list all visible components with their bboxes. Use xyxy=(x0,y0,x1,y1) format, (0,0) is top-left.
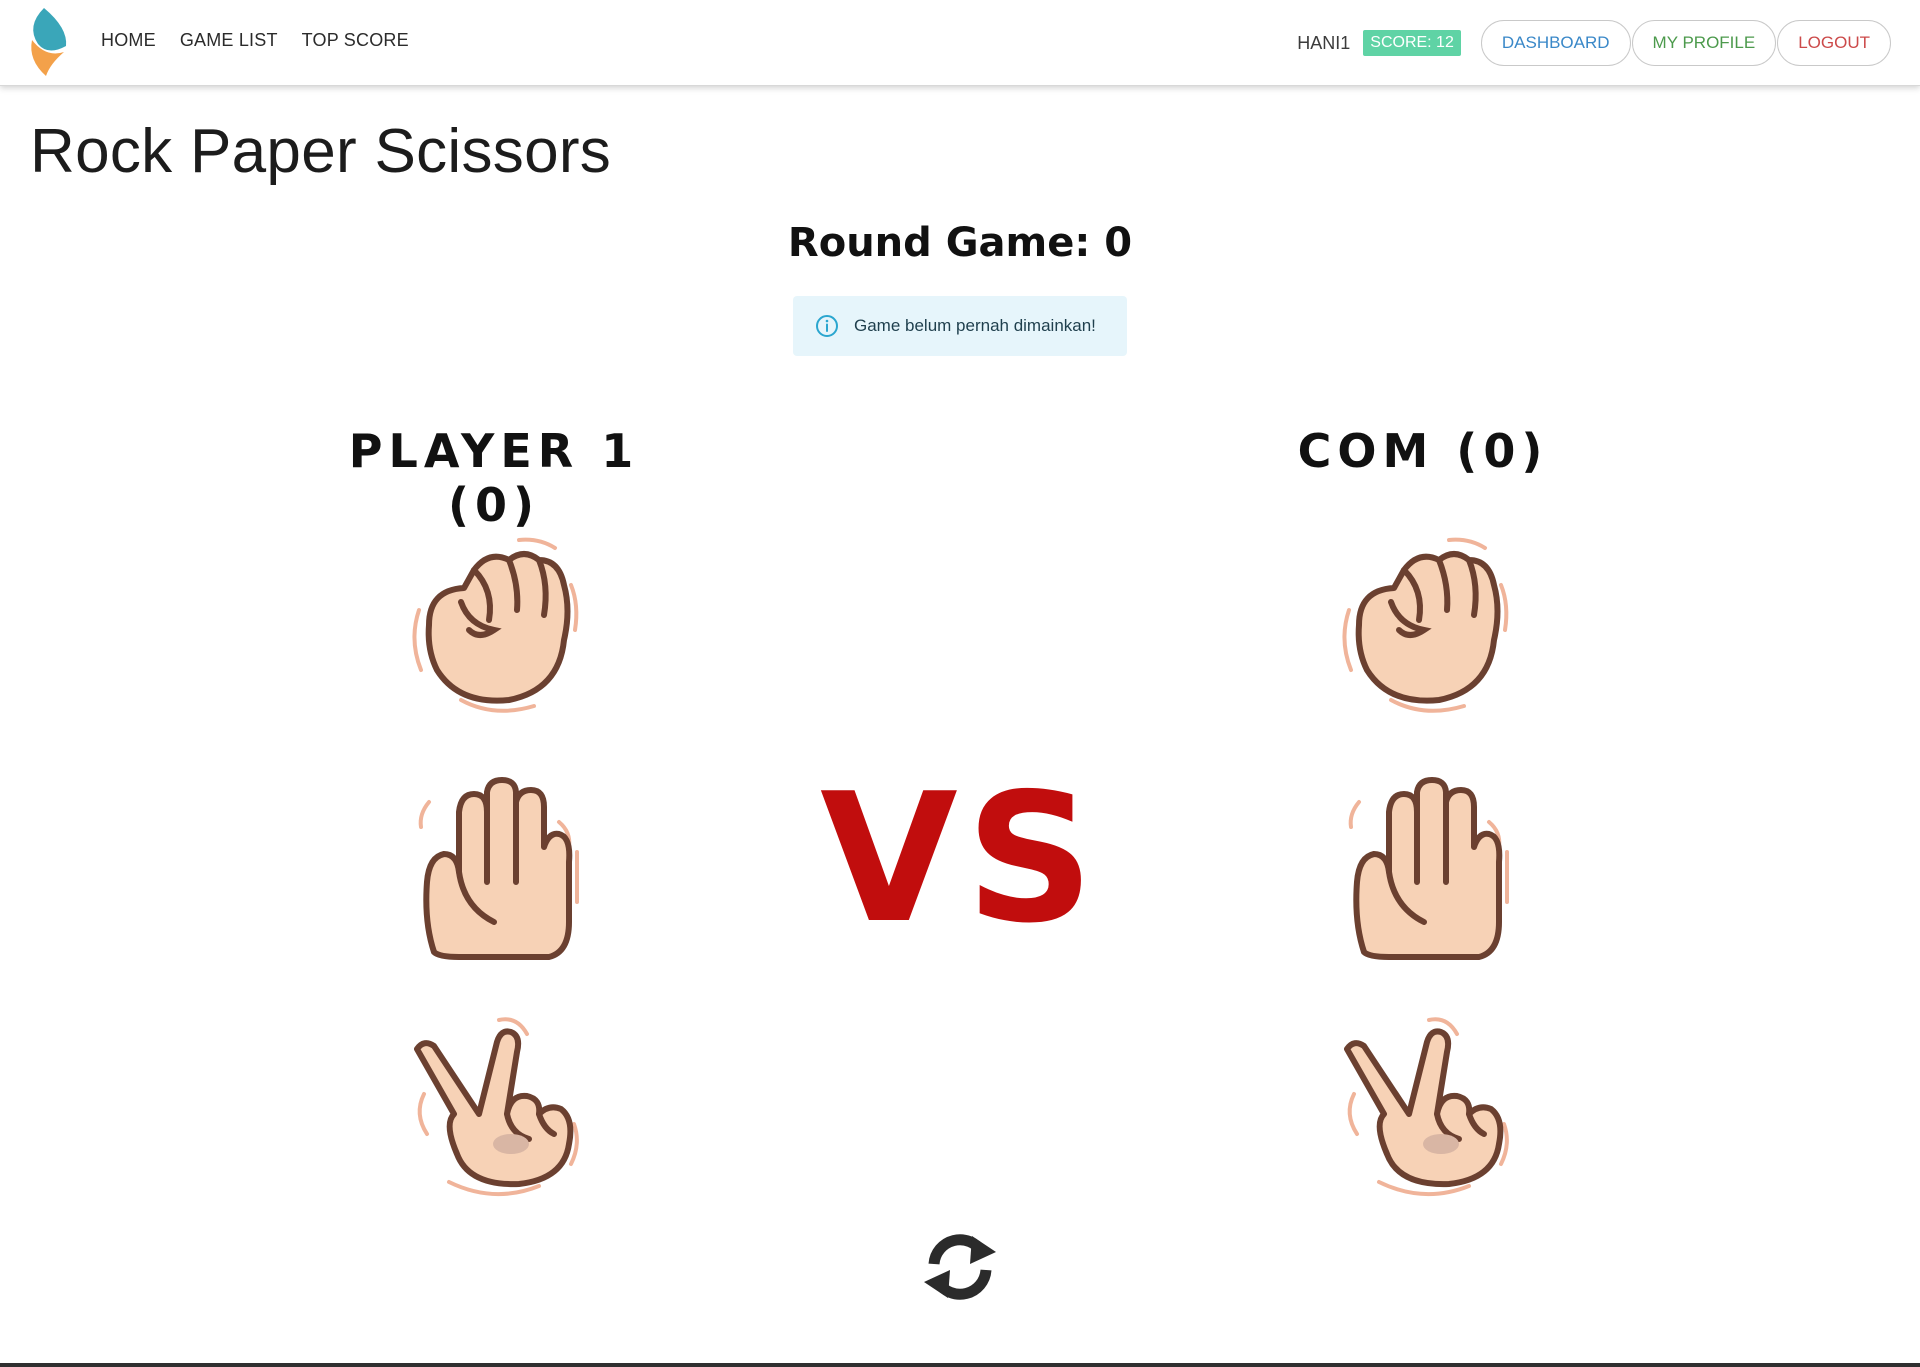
com-rock-choice xyxy=(1329,530,1519,720)
alert-text: Game belum pernah dimainkan! xyxy=(854,316,1096,335)
player1-title: PLAYER 1 (0) xyxy=(348,424,640,532)
navbar: HOME GAME LIST TOP SCORE HANI1 SCORE: 12… xyxy=(0,0,1920,86)
scissors-hand-icon xyxy=(1329,1014,1519,1204)
nav-links: HOME GAME LIST TOP SCORE xyxy=(101,30,433,51)
refresh-icon[interactable] xyxy=(920,1230,1000,1304)
nav-game-list[interactable]: GAME LIST xyxy=(180,30,278,51)
com-paper-choice xyxy=(1329,772,1519,962)
page-title: Rock Paper Scissors xyxy=(30,117,612,186)
nav-home[interactable]: HOME xyxy=(101,30,156,51)
rock-hand-icon xyxy=(399,530,589,720)
player1-scissors-choice[interactable] xyxy=(399,1014,589,1204)
com-scissors-choice xyxy=(1329,1014,1519,1204)
dashboard-button[interactable]: DASHBOARD xyxy=(1480,20,1631,66)
scissors-hand-icon xyxy=(399,1014,589,1204)
vs-label: VS xyxy=(820,755,1102,962)
player1-rock-choice[interactable] xyxy=(399,530,589,720)
nav-top-score[interactable]: TOP SCORE xyxy=(302,30,409,51)
info-alert: Game belum pernah dimainkan! xyxy=(793,296,1127,356)
paper-hand-icon xyxy=(1329,772,1519,962)
round-counter: Round Game: 0 xyxy=(787,220,1133,266)
paper-hand-icon xyxy=(399,772,589,962)
logout-button[interactable]: LOGOUT xyxy=(1777,20,1891,66)
rock-hand-icon xyxy=(1329,530,1519,720)
footer-divider xyxy=(0,1363,1920,1367)
score-badge: SCORE: 12 xyxy=(1363,30,1461,56)
com-title: COM (0) xyxy=(1297,424,1549,478)
player1-paper-choice[interactable] xyxy=(399,772,589,962)
username: HANI1 xyxy=(1297,32,1351,53)
app-logo[interactable] xyxy=(24,6,74,78)
info-icon xyxy=(816,315,838,337)
nav-user-area: HANI1 SCORE: 12 DASHBOARD MY PROFILE LOG… xyxy=(1297,20,1891,66)
my-profile-button[interactable]: MY PROFILE xyxy=(1631,20,1777,66)
